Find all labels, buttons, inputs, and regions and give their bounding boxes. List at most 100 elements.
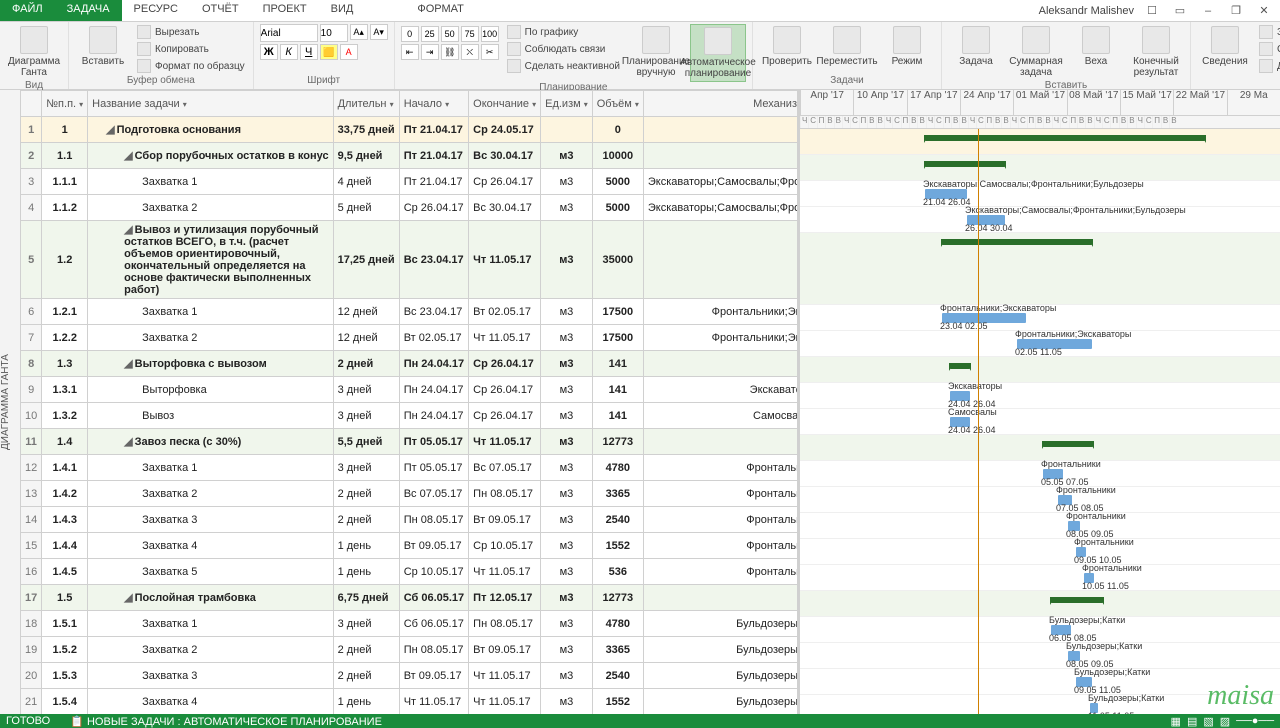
outdent-button[interactable]: ⇤ — [401, 44, 419, 60]
cell-start[interactable]: Вт 09.05.17 — [399, 533, 468, 559]
cell-unit[interactable]: м3 — [541, 559, 593, 585]
gantt-row[interactable] — [800, 357, 1280, 383]
maximize-icon[interactable]: ❐ — [1226, 1, 1246, 21]
cell-volume[interactable]: 35000 — [592, 221, 643, 299]
cell-start[interactable]: Пт 05.05.17 — [399, 429, 468, 455]
cell-mechanisms[interactable]: Фронтальники — [643, 455, 800, 481]
cell-name[interactable]: Захватка 2 — [88, 481, 333, 507]
timescale-week[interactable]: 22 Май '17 — [1173, 90, 1226, 115]
cell-unit[interactable]: м3 — [541, 507, 593, 533]
cell-duration[interactable]: 5 дней — [333, 195, 399, 221]
cell-unit[interactable]: м3 — [541, 351, 593, 377]
cell-duration[interactable]: 2 дней — [333, 481, 399, 507]
cell-name[interactable]: Захватка 1 — [88, 169, 333, 195]
pct75-button[interactable]: 75 — [461, 26, 479, 42]
gantt-row[interactable] — [800, 233, 1280, 305]
cell-start[interactable]: Сб 06.05.17 — [399, 585, 468, 611]
cell-wbs[interactable]: 1.3.2 — [42, 403, 88, 429]
cell-name[interactable]: Захватка 2 — [88, 325, 333, 351]
summary-task-button[interactable]: Суммарная задача — [1008, 24, 1064, 80]
gantt-row[interactable]: Фронтальники;Экскаваторы02.05 11.05 — [800, 331, 1280, 357]
timescale-week[interactable]: 29 Ма — [1227, 90, 1280, 115]
cell-unit[interactable]: м3 — [541, 195, 593, 221]
move-button[interactable]: Переместить — [819, 24, 875, 69]
cell-mechanisms[interactable]: Фронтальники — [643, 481, 800, 507]
pct100-button[interactable]: 100 — [481, 26, 499, 42]
timescale-week[interactable]: 01 Май '17 — [1013, 90, 1066, 115]
cell-duration[interactable]: 2 дней — [333, 663, 399, 689]
cell-mechanisms[interactable]: Бульдозеры;Катки — [643, 663, 800, 689]
collapse-icon[interactable]: ◢ — [124, 358, 132, 370]
cell-start[interactable]: Ср 10.05.17 — [399, 559, 468, 585]
cell-finish[interactable]: Ср 24.05.17 — [469, 117, 541, 143]
cell-duration[interactable]: 1 день — [333, 689, 399, 715]
cell-unit[interactable]: м3 — [541, 377, 593, 403]
row-number[interactable]: 14 — [21, 507, 42, 533]
cell-unit[interactable]: м3 — [541, 663, 593, 689]
cell-start[interactable]: Вт 09.05.17 — [399, 663, 468, 689]
cell-unit[interactable]: м3 — [541, 325, 593, 351]
cell-mechanisms[interactable] — [643, 429, 800, 455]
cell-start[interactable]: Вс 07.05.17 — [399, 481, 468, 507]
font-name-input[interactable] — [260, 24, 318, 42]
close-icon[interactable]: ✕ — [1254, 1, 1274, 21]
underline-button[interactable]: Ч — [300, 44, 318, 60]
cell-duration[interactable]: 6,75 дней — [333, 585, 399, 611]
col-volume[interactable]: Объём ▾ — [592, 91, 643, 117]
gantt-row[interactable]: Экскаваторы24.04 26.04 — [800, 383, 1280, 409]
auto-schedule-button[interactable]: Автоматическое планирование — [690, 24, 746, 82]
cell-name[interactable]: Захватка 2 — [88, 637, 333, 663]
gantt-row[interactable] — [800, 155, 1280, 181]
timescale-week[interactable]: Апр '17 — [800, 90, 853, 115]
task-table[interactable]: №п.п. ▾ Название задачи ▾ Длительн ▾ Нач… — [20, 90, 800, 714]
timescale-week[interactable]: 08 Май '17 — [1067, 90, 1120, 115]
cell-wbs[interactable]: 1.5.3 — [42, 663, 88, 689]
cell-volume[interactable]: 536 — [592, 559, 643, 585]
summary-bar[interactable] — [950, 363, 970, 369]
cell-wbs[interactable]: 1.5.4 — [42, 689, 88, 715]
cell-duration[interactable]: 12 дней — [333, 325, 399, 351]
cell-unit[interactable]: м3 — [541, 429, 593, 455]
deliverable-button[interactable]: Конечный результат — [1128, 24, 1184, 80]
row-number[interactable]: 10 — [21, 403, 42, 429]
row-number[interactable]: 2 — [21, 143, 42, 169]
font-color-button[interactable]: A — [340, 44, 358, 60]
row-number[interactable]: 7 — [21, 325, 42, 351]
gantt-row[interactable]: Самосвалы24.04 26.04 — [800, 409, 1280, 435]
cell-wbs[interactable]: 1.1.1 — [42, 169, 88, 195]
cell-wbs[interactable]: 1.5 — [42, 585, 88, 611]
ribbon-collapse-icon[interactable]: ▭ — [1170, 1, 1190, 21]
unlink-button[interactable]: ⛌ — [461, 44, 479, 60]
tab-report[interactable]: ОТЧЁТ — [190, 0, 251, 21]
cut-button[interactable]: Вырезать — [135, 24, 247, 40]
info-button[interactable]: Сведения — [1197, 24, 1253, 74]
manual-schedule-button[interactable]: Планирование вручную — [628, 24, 684, 82]
view-gantt-icon[interactable]: ▦ — [1171, 715, 1181, 728]
row-number[interactable]: 16 — [21, 559, 42, 585]
col-mechanisms[interactable]: Механизмы — [643, 91, 800, 117]
cell-start[interactable]: Вт 02.05.17 — [399, 325, 468, 351]
tab-project[interactable]: ПРОЕКТ — [251, 0, 319, 21]
cell-start[interactable]: Пт 21.04.17 — [399, 117, 468, 143]
cell-volume[interactable]: 3365 — [592, 481, 643, 507]
cell-name[interactable]: ◢Выторфовка с вывозом — [88, 351, 333, 377]
view-team-icon[interactable]: ▧ — [1203, 715, 1213, 728]
timescale-week[interactable]: 10 Апр '17 — [853, 90, 906, 115]
details-button[interactable]: Сведения — [1257, 41, 1280, 57]
cell-name[interactable]: Захватка 3 — [88, 663, 333, 689]
cell-mechanisms[interactable] — [643, 221, 800, 299]
cell-wbs[interactable]: 1.1.2 — [42, 195, 88, 221]
cell-finish[interactable]: Чт 11.05.17 — [469, 221, 541, 299]
cell-unit[interactable]: м3 — [541, 585, 593, 611]
col-name[interactable]: Название задачи ▾ — [88, 91, 333, 117]
cell-duration[interactable]: 2 дней — [333, 351, 399, 377]
inspect-button[interactable]: Проверить — [759, 24, 815, 69]
gantt-row[interactable]: Бульдозеры;Катки09.05 11.05 — [800, 669, 1280, 695]
gantt-row[interactable]: Экскаваторы;Самосвалы;Фронтальники;Бульд… — [800, 181, 1280, 207]
cell-duration[interactable]: 5,5 дней — [333, 429, 399, 455]
cell-unit[interactable]: м3 — [541, 481, 593, 507]
cell-name[interactable]: Захватка 1 — [88, 299, 333, 325]
row-number[interactable]: 6 — [21, 299, 42, 325]
indent-button[interactable]: ⇥ — [421, 44, 439, 60]
zoom-slider[interactable]: ──●── — [1236, 715, 1274, 728]
